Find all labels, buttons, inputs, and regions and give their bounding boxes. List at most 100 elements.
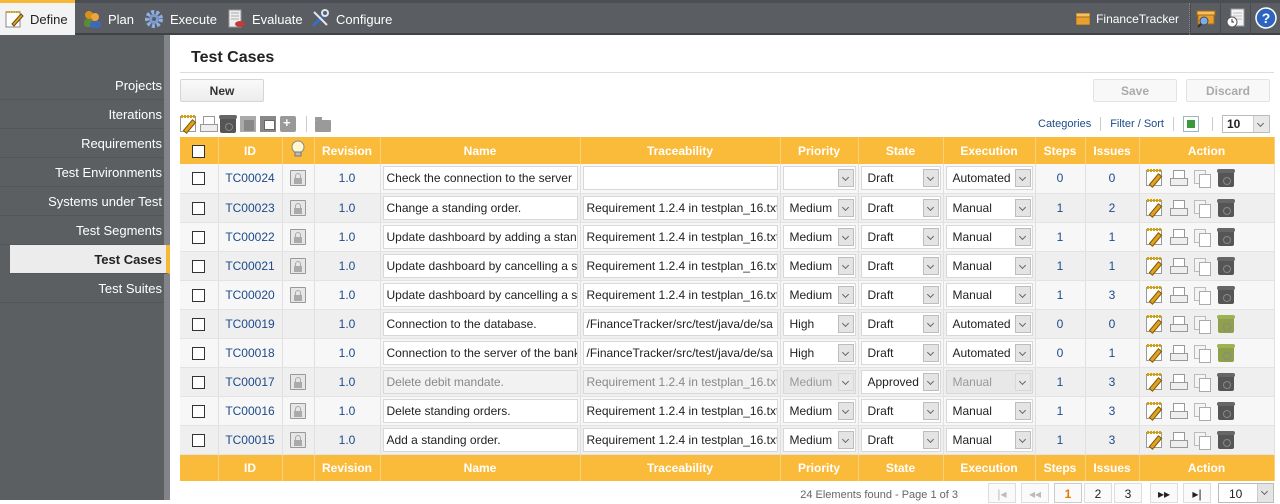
col-name[interactable]: Name <box>380 137 581 164</box>
tab-define[interactable]: Define <box>0 0 75 35</box>
delete-icon[interactable] <box>1216 372 1235 391</box>
steps-count[interactable]: 1 <box>1057 404 1064 418</box>
priority-select[interactable]: High <box>782 340 856 365</box>
traceability-input[interactable]: Requirement 1.2.4 in testplan_16.txt <box>582 195 778 220</box>
test-case-id-link[interactable]: TC00020 <box>225 288 274 302</box>
execution-select[interactable]: Manual <box>945 427 1033 452</box>
priority-select[interactable]: Medium <box>782 282 856 307</box>
project-search-button[interactable] <box>1190 3 1220 35</box>
state-select[interactable]: Draft <box>860 340 941 365</box>
duplicate-icon[interactable] <box>240 116 256 132</box>
row-checkbox[interactable] <box>192 288 206 302</box>
print-icon[interactable] <box>1169 199 1188 216</box>
sidebar-item-systems-under-test[interactable]: Systems under Test <box>0 187 164 216</box>
print-icon[interactable] <box>1169 257 1188 274</box>
issues-count[interactable]: 0 <box>1109 317 1116 331</box>
steps-count[interactable]: 1 <box>1057 230 1064 244</box>
edit-icon[interactable] <box>180 115 196 132</box>
page-3-button[interactable]: 3 <box>1114 483 1142 503</box>
issues-count[interactable]: 1 <box>1109 346 1116 360</box>
test-case-id-link[interactable]: TC00022 <box>225 230 274 244</box>
footer-col-revision[interactable]: Revision <box>314 454 381 481</box>
state-select[interactable]: Draft <box>860 195 941 220</box>
state-select[interactable]: Approved <box>860 369 941 394</box>
delete-icon[interactable] <box>1216 256 1235 275</box>
name-input[interactable]: Update dashboard by adding a standing or… <box>382 224 578 249</box>
steps-count[interactable]: 0 <box>1057 346 1064 360</box>
execution-select[interactable]: Manual <box>945 195 1033 220</box>
delete-icon[interactable] <box>219 115 237 133</box>
state-select[interactable]: Draft <box>860 224 941 249</box>
lock-icon[interactable] <box>290 431 306 448</box>
footer-col-name[interactable]: Name <box>380 454 581 481</box>
footer-col-issues[interactable]: Issues <box>1085 454 1140 481</box>
sidebar-item-test-environments[interactable]: Test Environments <box>0 158 164 187</box>
issues-count[interactable]: 3 <box>1109 433 1116 447</box>
edit-icon[interactable] <box>1145 372 1162 390</box>
row-checkbox[interactable] <box>192 375 206 389</box>
execution-select[interactable]: Manual <box>945 253 1033 278</box>
priority-select[interactable]: Medium <box>782 224 856 249</box>
col-id[interactable]: ID <box>218 137 283 164</box>
table-row[interactable]: TC00021 1.0 Update dashboard by cancelling… <box>180 251 1275 281</box>
col-issues[interactable]: Issues <box>1085 137 1140 164</box>
name-input[interactable]: Delete debit mandate. <box>382 369 578 394</box>
save-button[interactable]: Save <box>1093 79 1177 102</box>
footer-col-state[interactable]: State <box>858 454 944 481</box>
edit-icon[interactable] <box>1145 227 1162 245</box>
state-select[interactable]: Draft <box>860 166 941 191</box>
state-select[interactable]: Draft <box>860 398 941 423</box>
issues-count[interactable]: 0 <box>1109 171 1116 185</box>
row-checkbox[interactable] <box>192 172 206 186</box>
sidebar-item-test-suites[interactable]: Test Suites <box>0 274 164 303</box>
table-row[interactable]: TC00020 1.0 Update dashboard by cancelling… <box>180 280 1275 310</box>
execution-select[interactable]: Manual <box>945 369 1033 394</box>
lock-icon[interactable] <box>290 373 306 390</box>
tab-plan[interactable]: Plan <box>78 3 140 35</box>
col-steps[interactable]: Steps <box>1035 137 1086 164</box>
row-checkbox[interactable] <box>192 317 206 331</box>
copy-icon[interactable] <box>1193 402 1211 421</box>
sidebar-item-projects[interactable]: Projects <box>0 71 164 100</box>
print-icon[interactable] <box>1169 431 1188 448</box>
steps-count[interactable]: 1 <box>1057 375 1064 389</box>
execution-select[interactable]: Manual <box>945 398 1033 423</box>
priority-select[interactable]: Medium <box>782 398 856 423</box>
execution-select[interactable]: Automated <box>945 311 1033 336</box>
execution-select[interactable]: Manual <box>945 282 1033 307</box>
delete-icon[interactable] <box>1216 169 1235 188</box>
copy-icon[interactable] <box>1193 228 1211 247</box>
priority-select[interactable]: Medium <box>782 253 856 278</box>
traceability-input[interactable]: Requirement 1.2.4 in testplan_16.txt <box>582 369 778 394</box>
table-row[interactable]: TC00022 1.0 Update dashboard by adding a s… <box>180 222 1275 252</box>
priority-select[interactable]: Medium <box>782 427 856 452</box>
steps-count[interactable]: 1 <box>1057 201 1064 215</box>
col-priority[interactable]: Priority <box>780 137 859 164</box>
traceability-input[interactable]: Requirement 1.2.4 in testplan_16.txt <box>582 282 778 307</box>
test-case-id-link[interactable]: TC00021 <box>225 259 274 273</box>
lock-icon[interactable] <box>290 402 306 419</box>
delete-icon[interactable] <box>1216 343 1235 362</box>
row-checkbox[interactable] <box>192 201 206 215</box>
folder-icon[interactable] <box>315 117 331 132</box>
copy-icon[interactable] <box>1193 344 1211 363</box>
steps-count[interactable]: 0 <box>1057 171 1064 185</box>
issues-count[interactable]: 3 <box>1109 288 1116 302</box>
print-icon[interactable] <box>1169 402 1188 419</box>
print-icon[interactable] <box>1169 344 1188 361</box>
priority-select[interactable]: High <box>782 311 856 336</box>
edit-icon[interactable] <box>1145 285 1162 303</box>
print-icon[interactable] <box>1169 315 1188 332</box>
execution-select[interactable]: Automated <box>945 166 1033 191</box>
first-page-button[interactable]: |◂ <box>988 483 1016 503</box>
delete-icon[interactable] <box>1216 227 1235 246</box>
priority-select[interactable]: Medium <box>782 195 856 220</box>
table-row[interactable]: TC00024 1.0 Check the connection to the se… <box>180 164 1275 194</box>
footer-col-traceability[interactable]: Traceability <box>580 454 781 481</box>
state-select[interactable]: Draft <box>860 253 941 278</box>
page-2-button[interactable]: 2 <box>1084 483 1112 503</box>
copy-icon[interactable] <box>1193 431 1211 450</box>
col-execution[interactable]: Execution <box>943 137 1036 164</box>
copy-icon[interactable] <box>1193 170 1211 189</box>
issues-count[interactable]: 2 <box>1109 201 1116 215</box>
